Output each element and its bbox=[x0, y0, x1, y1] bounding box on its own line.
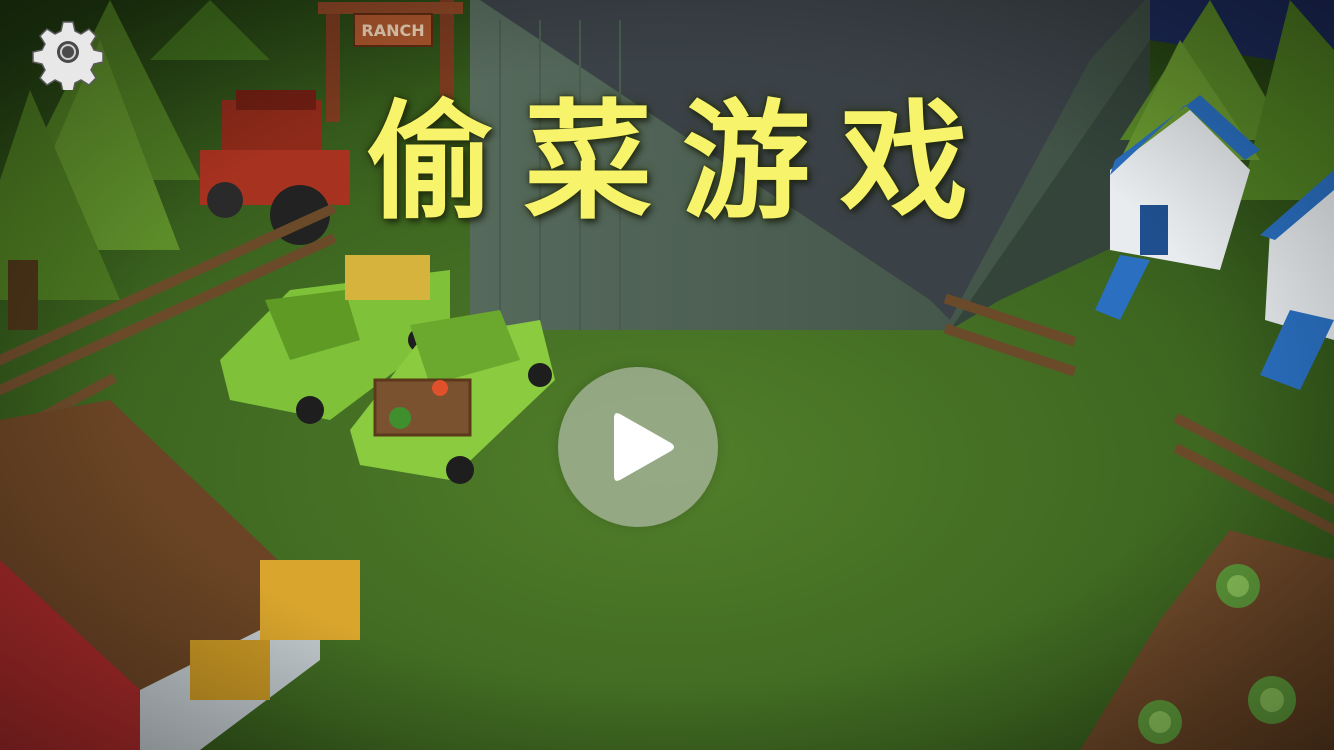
play-icon bbox=[614, 413, 674, 481]
play-button[interactable] bbox=[558, 367, 718, 527]
game-start-screen: RANCH bbox=[0, 0, 1334, 750]
settings-button[interactable] bbox=[30, 14, 106, 90]
gear-icon bbox=[32, 21, 104, 90]
